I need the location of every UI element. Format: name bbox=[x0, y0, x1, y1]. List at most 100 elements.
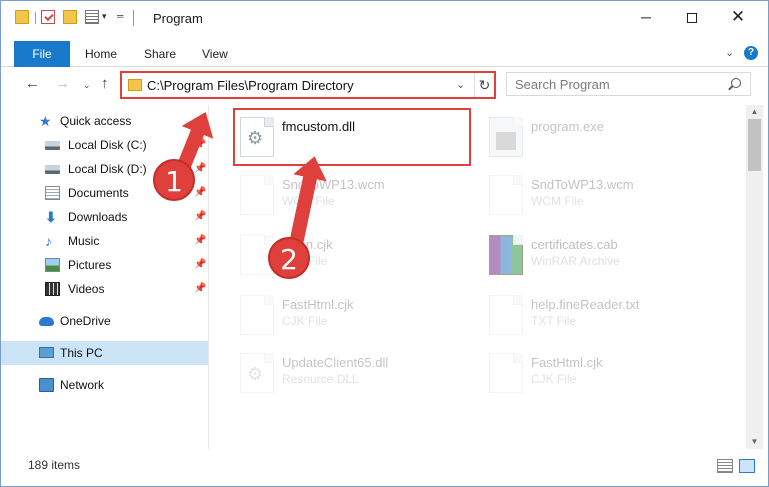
pin-icon[interactable]: 📌 bbox=[194, 259, 206, 270]
file-type: CJK File bbox=[282, 314, 328, 328]
tab-share[interactable]: Share bbox=[144, 41, 176, 67]
back-arrow-icon[interactable]: ← bbox=[25, 75, 40, 92]
sidebar-item-quick-access[interactable]: ★ Quick access bbox=[1, 109, 208, 133]
new-folder-icon[interactable] bbox=[63, 10, 77, 24]
file-type: Resource DLL bbox=[282, 372, 359, 386]
sidebar-item-label: Documents bbox=[68, 186, 129, 200]
refresh-icon[interactable]: ↻ bbox=[474, 73, 494, 97]
sidebar-item-label: Downloads bbox=[68, 210, 128, 224]
scroll-down-icon[interactable]: ▼ bbox=[746, 435, 763, 449]
sidebar-item-label: Quick access bbox=[60, 114, 132, 128]
file-name: SndToWP13.wcm bbox=[531, 177, 634, 192]
expand-ribbon-icon[interactable]: ⌄ bbox=[725, 46, 734, 59]
up-arrow-icon[interactable]: ↑ bbox=[101, 75, 109, 92]
file-type: CJK File bbox=[531, 372, 577, 386]
customize-toolbar-icon[interactable]: ═ bbox=[117, 11, 123, 21]
sidebar-item-downloads[interactable]: ⬇ Downloads 📌 bbox=[1, 205, 208, 229]
file-icon bbox=[240, 295, 274, 335]
toolbar-divider bbox=[35, 12, 36, 24]
file-name: certificates.cab bbox=[531, 237, 618, 252]
file-type: WCM File bbox=[531, 194, 584, 208]
file-highlight-box bbox=[233, 108, 471, 166]
file-name: FastHtml.cjk bbox=[282, 297, 354, 312]
scroll-up-icon[interactable]: ▲ bbox=[746, 105, 763, 119]
recent-locations-icon[interactable]: ⌄ bbox=[83, 80, 91, 91]
file-icon bbox=[489, 295, 523, 335]
dll-file-icon bbox=[240, 353, 274, 393]
sidebar-item-onedrive[interactable]: OneDrive bbox=[1, 309, 208, 333]
sidebar-item-network[interactable]: Network bbox=[1, 373, 208, 397]
step-badge: 1 bbox=[153, 159, 195, 201]
large-icons-view-icon[interactable] bbox=[739, 459, 755, 473]
pin-icon[interactable]: 📌 bbox=[194, 211, 206, 222]
properties-icon[interactable] bbox=[41, 10, 55, 24]
navigation-pane: ★ Quick access Local Disk (C:) 📌 Local D… bbox=[1, 105, 209, 449]
sidebar-item-label: Music bbox=[68, 234, 100, 248]
help-icon[interactable]: ? bbox=[744, 46, 758, 60]
status-bar: 189 items bbox=[1, 451, 768, 486]
sidebar-item-pictures[interactable]: Pictures 📌 bbox=[1, 253, 208, 277]
file-icon bbox=[489, 175, 523, 215]
file-item[interactable]: SndToWP13.wcm WCM File bbox=[485, 169, 720, 223]
vertical-scrollbar[interactable]: ▲ ▼ bbox=[746, 105, 763, 449]
sidebar-item-label: Network bbox=[60, 378, 105, 392]
details-view-icon[interactable] bbox=[717, 459, 733, 473]
tab-home[interactable]: Home bbox=[85, 41, 117, 67]
network-icon bbox=[39, 378, 54, 392]
sidebar-item-this-pc[interactable]: This PC bbox=[1, 341, 208, 365]
sidebar-item-label: Local Disk (C:) bbox=[68, 138, 147, 152]
file-item[interactable]: help.fineReader.txt TXT File bbox=[485, 289, 720, 343]
sidebar-item-label: OneDrive bbox=[60, 314, 111, 328]
archive-icon bbox=[489, 235, 523, 275]
search-input[interactable]: Search Program bbox=[506, 72, 751, 96]
sidebar-item-local-disk-c[interactable]: Local Disk (C:) 📌 bbox=[1, 133, 208, 157]
file-icon bbox=[489, 353, 523, 393]
scrollbar-thumb[interactable] bbox=[748, 119, 761, 171]
sidebar-item-label: This PC bbox=[60, 346, 103, 360]
tab-view[interactable]: View bbox=[202, 41, 228, 67]
file-item[interactable]: FastHtml.cjk CJK File bbox=[485, 347, 720, 401]
maximize-button[interactable] bbox=[669, 1, 715, 33]
pin-icon[interactable]: 📌 bbox=[194, 187, 206, 198]
download-icon: ⬇ bbox=[45, 209, 57, 225]
window-title: Program bbox=[153, 11, 203, 26]
folder-icon bbox=[128, 79, 142, 91]
sidebar-item-label: Videos bbox=[68, 282, 105, 296]
address-path[interactable]: C:\Program Files\Program Directory bbox=[147, 78, 354, 93]
file-item[interactable]: FastHtml.cjk CJK File bbox=[236, 289, 471, 343]
file-item[interactable]: SndToWP13.wcm WCM File bbox=[236, 169, 471, 223]
sidebar-item-videos[interactable]: Videos 📌 bbox=[1, 277, 208, 301]
file-type: TXT File bbox=[531, 314, 577, 328]
file-name: program.exe bbox=[531, 119, 604, 134]
explorer-window: ▾ ═ Program ─ ✕ File Home Share View ⌄ ?… bbox=[0, 0, 769, 487]
hard-drive-icon bbox=[45, 141, 60, 150]
search-placeholder: Search Program bbox=[515, 77, 610, 92]
address-bar[interactable]: C:\Program Files\Program Directory ⌄ ↻ bbox=[120, 71, 496, 99]
item-count: 189 items bbox=[28, 458, 81, 472]
tab-file[interactable]: File bbox=[14, 41, 70, 67]
hard-drive-icon bbox=[45, 165, 60, 174]
pin-icon[interactable]: 📌 bbox=[194, 235, 206, 246]
file-name: FastHtml.cjk bbox=[531, 355, 603, 370]
view-options-dropdown-icon[interactable]: ▾ bbox=[102, 11, 107, 22]
file-item[interactable]: UpdateClient65.dll Resource DLL bbox=[236, 347, 471, 401]
file-item[interactable]: program.exe bbox=[485, 111, 720, 165]
title-divider bbox=[133, 10, 134, 26]
view-options-icon[interactable] bbox=[85, 10, 99, 24]
file-name: SndToWP13.wcm bbox=[282, 177, 385, 192]
sidebar-item-music[interactable]: ♪ Music 📌 bbox=[1, 229, 208, 253]
file-item[interactable]: certificates.cab WinRAR Archive bbox=[485, 229, 720, 283]
file-name: help.fineReader.txt bbox=[531, 297, 640, 312]
pin-icon[interactable]: 📌 bbox=[194, 163, 206, 174]
close-button[interactable]: ✕ bbox=[715, 1, 761, 33]
address-dropdown-icon[interactable]: ⌄ bbox=[456, 78, 465, 91]
sidebar-item-label: Local Disk (D:) bbox=[68, 162, 147, 176]
step-badge: 2 bbox=[268, 237, 310, 279]
forward-arrow-icon[interactable]: → bbox=[55, 75, 70, 92]
pin-icon[interactable]: 📌 bbox=[194, 283, 206, 294]
file-icon bbox=[240, 175, 274, 215]
exe-file-icon bbox=[489, 117, 523, 157]
minimize-button[interactable]: ─ bbox=[623, 1, 669, 33]
maximize-icon bbox=[687, 13, 697, 24]
computer-icon bbox=[39, 347, 54, 358]
